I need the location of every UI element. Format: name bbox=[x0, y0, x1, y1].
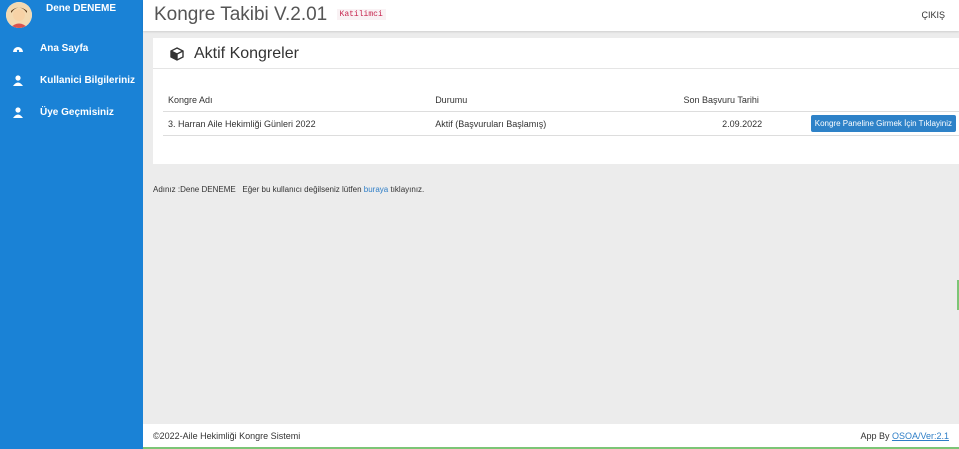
dashboard-icon bbox=[12, 42, 24, 54]
footer-credit-prefix: App By bbox=[860, 431, 892, 441]
enter-panel-button[interactable]: Kongre Paneline Girmek İçin Tıklayiniz bbox=[810, 115, 956, 132]
avatar bbox=[6, 2, 32, 28]
congress-table: Kongre Adı Durumu Son Başvuru Tarihi 3. … bbox=[163, 89, 959, 136]
action-cell: Kongre Paneline Girmek İçin Tıklayiniz bbox=[805, 111, 959, 136]
user-notice: Adınız :Dene DENEME Eğer bu kullanıcı de… bbox=[153, 185, 424, 194]
user-icon bbox=[12, 74, 24, 86]
panel-title-text: Aktif Kongreler bbox=[194, 45, 299, 62]
congress-status: Aktif (Başvuruları Başlamış) bbox=[430, 111, 679, 136]
column-header-action bbox=[805, 89, 959, 112]
role-badge: Katilimci bbox=[336, 9, 386, 21]
footer-copyright: ©2022-Aile Hekimliği Kongre Sistemi bbox=[153, 431, 301, 441]
footer: ©2022-Aile Hekimliği Kongre Sistemi App … bbox=[143, 424, 959, 449]
panel-title: Aktif Kongreler bbox=[170, 45, 299, 63]
divider bbox=[153, 68, 959, 69]
sidebar-item-label: Üye Geçmisiniz bbox=[40, 106, 114, 118]
cube-icon bbox=[170, 47, 184, 61]
sidebar-item-label: Ana Sayfa bbox=[40, 42, 89, 54]
congress-name: 3. Harran Aile Hekimliği Günleri 2022 bbox=[163, 111, 431, 136]
app-title-text: Kongre Takibi V.2.01 bbox=[154, 4, 328, 25]
sidebar-user: Dene DENEME bbox=[0, 0, 143, 30]
column-header-status: Durumu bbox=[430, 89, 679, 112]
table-row: 3. Harran Aile Hekimliği Günleri 2022 Ak… bbox=[163, 111, 959, 136]
sidebar: Dene DENEME Ana Sayfa Kullanici Bilgiler… bbox=[0, 0, 143, 449]
sidebar-item-ana-sayfa[interactable]: Ana Sayfa bbox=[0, 32, 143, 64]
notice-text: Adınız :Dene DENEME Eğer bu kullanıcı de… bbox=[153, 185, 364, 194]
here-link[interactable]: buraya bbox=[364, 185, 388, 194]
column-header-deadline: Son Başvuru Tarihi bbox=[678, 89, 806, 112]
column-header-name: Kongre Adı bbox=[163, 89, 431, 112]
top-header: Kongre Takibi V.2.01 Katilimci ÇIKIŞ bbox=[143, 0, 959, 31]
logout-link[interactable]: ÇIKIŞ bbox=[921, 10, 945, 20]
sidebar-item-kullanici-bilgileriniz[interactable]: Kullanici Bilgileriniz bbox=[0, 64, 143, 96]
user-name: Dene DENEME bbox=[46, 2, 117, 14]
user-icon bbox=[12, 106, 24, 118]
active-congresses-panel: Aktif Kongreler Kongre Adı Durumu Son Ba… bbox=[153, 38, 959, 164]
sidebar-item-uye-gecmisiniz[interactable]: Üye Geçmisiniz bbox=[0, 96, 143, 128]
congress-deadline: 2.09.2022 bbox=[678, 111, 806, 136]
table-header-row: Kongre Adı Durumu Son Başvuru Tarihi bbox=[163, 89, 959, 112]
sidebar-item-label: Kullanici Bilgileriniz bbox=[40, 74, 136, 86]
footer-credit: App By OSOA/Ver:2.1 bbox=[860, 431, 949, 441]
notice-suffix: tıklayınız. bbox=[388, 185, 425, 194]
app-title: Kongre Takibi V.2.01 Katilimci bbox=[154, 4, 386, 26]
version-link[interactable]: OSOA/Ver:2.1 bbox=[892, 431, 949, 441]
